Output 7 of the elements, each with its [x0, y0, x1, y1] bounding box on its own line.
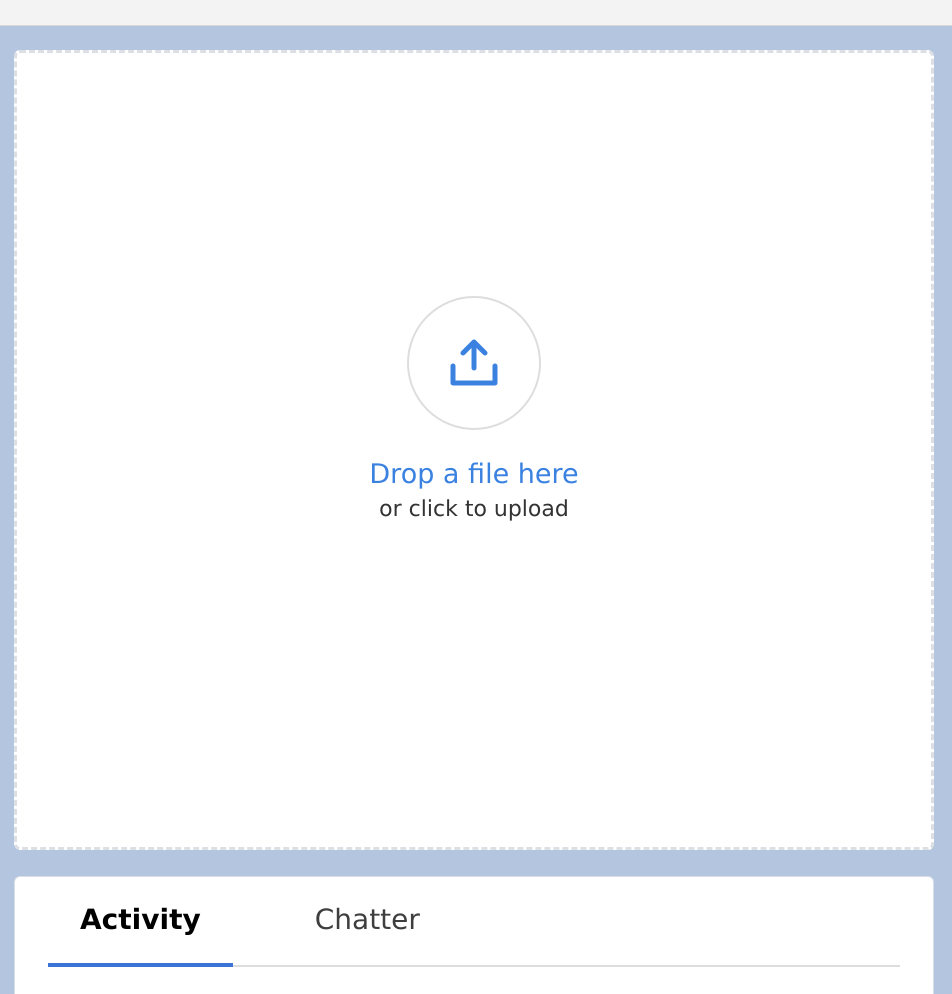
tab[interactable]: Chatter [282, 899, 452, 967]
upload-button[interactable] [407, 296, 541, 430]
drop-subtitle: or click to upload [379, 496, 569, 524]
file-drop-zone[interactable]: Drop a file here or click to upload [14, 50, 934, 850]
tab[interactable]: Activity [48, 899, 233, 967]
drop-title: Drop a file here [369, 458, 579, 492]
upload-icon [448, 338, 500, 388]
